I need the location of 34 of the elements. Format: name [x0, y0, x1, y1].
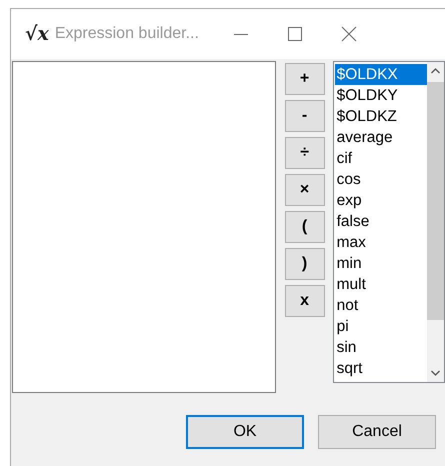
expression-field[interactable]	[12, 61, 276, 393]
function-item[interactable]: $OLDKY	[334, 85, 427, 106]
operator-button[interactable]: x	[284, 285, 325, 317]
operator-button[interactable]: ÷	[284, 137, 325, 169]
function-item[interactable]: exp	[334, 190, 427, 211]
scroll-thumb[interactable]	[427, 82, 444, 320]
ok-button[interactable]: OK	[186, 415, 304, 449]
cancel-button[interactable]: Cancel	[318, 415, 436, 449]
scroll-up-icon[interactable]	[431, 68, 440, 74]
operator-button[interactable]: -	[284, 100, 325, 132]
scroll-down-icon[interactable]	[431, 370, 440, 376]
close-icon[interactable]	[340, 26, 357, 42]
function-item[interactable]: false	[334, 211, 427, 232]
function-item[interactable]: not	[334, 295, 427, 316]
operator-button[interactable]: (	[284, 211, 325, 243]
function-item[interactable]: sqrt	[334, 358, 427, 379]
function-item[interactable]: average	[334, 127, 427, 148]
operator-button[interactable]: +	[284, 63, 325, 95]
function-item[interactable]: max	[334, 232, 427, 253]
function-list[interactable]: $OLDKX $OLDKY $OLDKZ average cif cos exp false max min mult not pi sin sqrt	[332, 61, 445, 383]
function-item[interactable]: mult	[334, 274, 427, 295]
function-item[interactable]: $OLDKZ	[334, 106, 427, 127]
scrollbar[interactable]	[427, 62, 444, 382]
operator-button[interactable]: )	[284, 248, 325, 280]
function-item[interactable]: sin	[334, 337, 427, 358]
function-item[interactable]: cos	[334, 169, 427, 190]
function-item[interactable]: min	[334, 253, 427, 274]
function-item[interactable]: $OLDKX	[334, 64, 427, 85]
operator-button[interactable]: ×	[284, 174, 325, 206]
maximize-icon[interactable]	[286, 26, 303, 42]
function-item[interactable]: cif	[334, 148, 427, 169]
window-title: Expression builder...	[54, 25, 200, 43]
function-item[interactable]: pi	[334, 316, 427, 337]
app-icon: √x	[25, 23, 49, 45]
